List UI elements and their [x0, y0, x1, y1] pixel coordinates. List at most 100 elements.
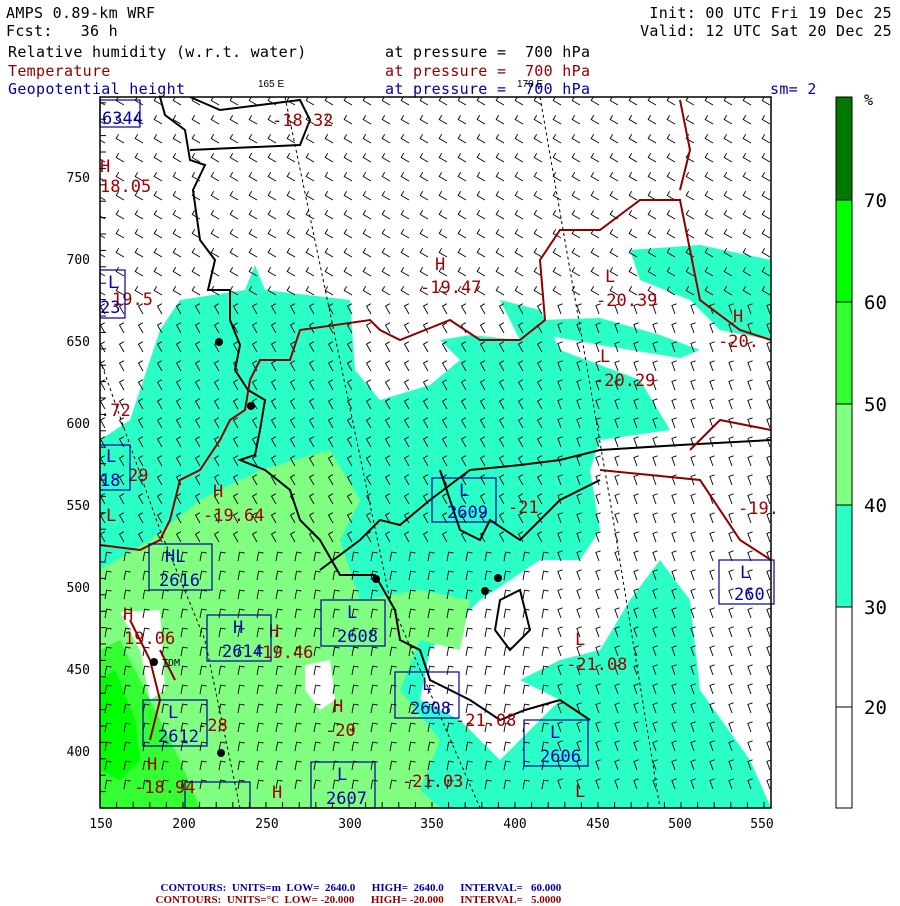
x-tick-label: 200 — [172, 817, 195, 832]
wind-barb — [465, 627, 473, 638]
wind-barb — [362, 152, 372, 163]
wind-barb — [248, 152, 258, 163]
wind-barb — [522, 684, 530, 695]
wind-barb — [484, 627, 492, 638]
wind-barb — [495, 247, 505, 258]
station-dot — [372, 575, 380, 583]
wind-barb — [595, 588, 601, 600]
wind-barb — [210, 228, 220, 239]
wind-barb — [690, 398, 696, 410]
wind-barb — [446, 646, 454, 657]
wind-barb — [728, 588, 734, 600]
wind-barb — [324, 247, 334, 258]
wind-barb — [614, 455, 620, 467]
wind-barb — [522, 665, 530, 676]
wind-barb — [419, 133, 429, 144]
wind-barb — [153, 152, 163, 163]
wind-barb — [671, 398, 677, 410]
wind-barb — [134, 133, 144, 144]
wind-barb — [614, 607, 620, 619]
wind-barb — [419, 209, 429, 220]
wind-barb — [633, 474, 639, 486]
wind-barb — [647, 228, 657, 239]
wind-barb — [343, 190, 353, 201]
wind-barb — [552, 152, 562, 163]
wind-barb — [286, 228, 296, 239]
wind-barb — [685, 209, 695, 220]
temp-label: -21.08 — [455, 711, 516, 731]
wind-barb — [552, 266, 562, 277]
wind-barb — [457, 133, 467, 144]
wind-barb — [438, 171, 448, 182]
wind-barb — [381, 266, 391, 277]
wind-barb — [690, 379, 696, 391]
wind-barb — [709, 683, 715, 695]
wind-barb — [761, 114, 771, 125]
wind-barb — [305, 247, 315, 258]
wind-barb — [100, 286, 106, 296]
wind-barb — [723, 190, 733, 201]
wind-barb — [465, 646, 473, 657]
wind-barb — [628, 114, 638, 125]
wind-barb — [609, 133, 619, 144]
wind-barb — [690, 322, 696, 334]
wind-barb — [191, 114, 201, 125]
temp-label: H — [213, 482, 223, 502]
wind-barb — [628, 133, 638, 144]
temp-label: -20.29 — [594, 371, 655, 391]
y-tick-label: 750 — [67, 171, 90, 186]
wind-barb — [747, 379, 753, 391]
wind-barb — [457, 247, 467, 258]
colorbar-label: 50 — [864, 394, 887, 416]
wind-barb — [571, 152, 581, 163]
x-tick-label: 250 — [255, 817, 278, 832]
wind-barb — [324, 152, 334, 163]
wind-barb — [633, 436, 639, 448]
wind-barb — [709, 645, 715, 657]
colorbar-segment-below-20 — [835, 706, 853, 809]
wind-barb — [381, 114, 391, 125]
wind-barb — [514, 228, 524, 239]
wind-barb — [671, 531, 677, 543]
wind-barb — [153, 247, 163, 258]
wind-barb — [571, 114, 581, 125]
wind-barb — [709, 607, 715, 619]
wind-barb — [533, 228, 543, 239]
wind-barb — [381, 247, 391, 258]
wind-barb — [362, 266, 372, 277]
wind-barb — [286, 190, 296, 201]
wind-barb — [590, 152, 600, 163]
wind-barb — [343, 209, 353, 220]
wind-barb — [229, 266, 239, 277]
wind-barb — [305, 171, 315, 182]
wind-barb — [609, 114, 619, 125]
wind-barb — [723, 133, 733, 144]
wind-barb — [728, 512, 734, 524]
wind-barb — [476, 228, 486, 239]
wind-barb — [647, 133, 657, 144]
wind-barb — [709, 379, 715, 391]
wind-barb — [595, 626, 601, 638]
wind-barb — [723, 152, 733, 163]
wind-barb — [365, 360, 372, 372]
wind-barb — [381, 209, 391, 220]
wind-barb — [633, 569, 639, 581]
wind-barb — [441, 303, 448, 315]
wind-barb — [495, 133, 505, 144]
wind-barb — [628, 228, 638, 239]
y-tick-label: 500 — [67, 581, 90, 596]
wind-barb — [419, 228, 429, 239]
wind-barb — [590, 209, 600, 220]
temp-label: L — [600, 347, 610, 367]
colorbar-segment-70plus — [835, 96, 853, 201]
wind-barb — [267, 209, 277, 220]
temp-label: H — [123, 605, 133, 625]
wind-barb — [576, 569, 582, 581]
wind-barb — [533, 209, 543, 220]
wind-barb — [590, 114, 600, 125]
wind-barb — [728, 493, 734, 505]
wind-barb — [172, 152, 182, 163]
wind-barb — [495, 171, 505, 182]
wind-barb — [747, 531, 753, 543]
wind-barb — [229, 171, 239, 182]
